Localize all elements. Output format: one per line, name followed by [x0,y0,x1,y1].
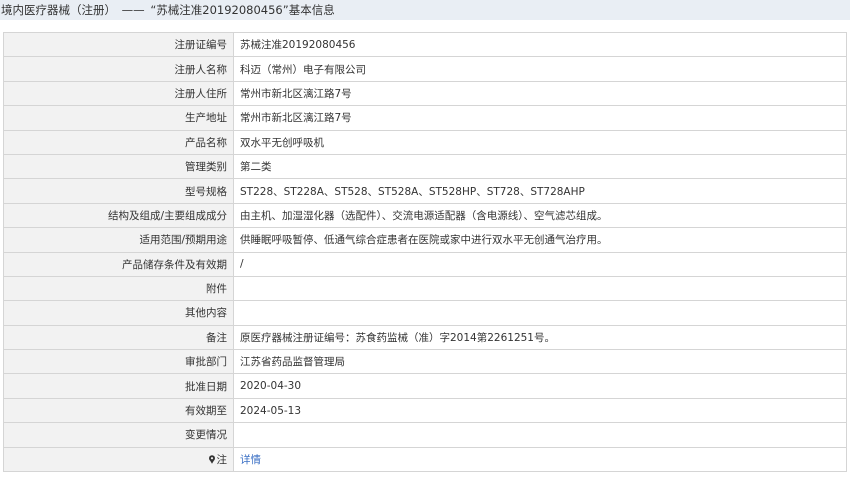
table-row: 批准日期 2020-04-30 [3,373,847,399]
row-label: 有效期至 [3,397,234,424]
table-row: 适用范围/预期用途 供睡眠呼吸暂停、低通气综合症患者在医院或家中进行双水平无创通… [3,227,847,253]
table-row: 其他内容 [3,300,847,326]
table-row: 生产地址 常州市新北区漓江路7号 [3,105,847,131]
info-table-body: 注册证编号 苏械注准20192080456 注册人名称 科迈（常州）电子有限公司… [3,31,847,473]
row-label: 变更情况 [3,422,234,448]
table-row: 型号规格 ST228、ST228A、ST528、ST528A、ST528HP、S… [3,178,847,204]
row-label: 注 [3,446,234,473]
row-value: 原医疗器械注册证编号：苏食药监械（准）字2014第2261251号。 [233,324,847,351]
row-value [233,275,847,302]
row-label: 结构及组成/主要组成成分 [3,202,234,229]
row-value: 常州市新北区漓江路7号 [233,105,847,131]
row-value: 常州市新北区漓江路7号 [233,80,847,107]
table-row: 注册证编号 苏械注准20192080456 [3,31,847,58]
info-table-wrapper: 注册证编号 苏械注准20192080456 注册人名称 科迈（常州）电子有限公司… [3,31,847,473]
row-label: 附件 [3,275,234,302]
page-header: 境内医疗器械（注册） —— “苏械注准20192080456”基本信息 [0,0,850,20]
row-label: 批准日期 [3,373,234,399]
row-label: 注册人住所 [3,80,234,107]
pin-icon [208,455,215,464]
table-row: 注册人名称 科迈（常州）电子有限公司 [3,56,847,82]
page-title: 境内医疗器械（注册） [1,3,116,17]
row-value [233,422,847,448]
table-row: 审批部门 江苏省药品监督管理局 [3,349,847,375]
row-value: 2024-05-13 [233,397,847,424]
table-row-note: 注详情 [3,446,847,473]
row-value: ST228、ST228A、ST528、ST528A、ST528HP、ST728、… [233,178,847,204]
row-value: 2020-04-30 [233,373,847,399]
table-row: 结构及组成/主要组成成分 由主机、加湿湿化器（选配件）、交流电源适配器（含电源线… [3,202,847,229]
row-value: 苏械注准20192080456 [233,31,847,58]
table-row: 变更情况 [3,422,847,448]
row-value: 第二类 [233,153,847,180]
table-row: 附件 [3,275,847,302]
row-label: 备注 [3,324,234,351]
row-label: 生产地址 [3,105,234,131]
row-label: 产品名称 [3,129,234,155]
table-row: 产品名称 双水平无创呼吸机 [3,129,847,155]
row-value [233,300,847,326]
page-subtitle: “苏械注准20192080456”基本信息 [150,3,335,17]
row-value: 供睡眠呼吸暂停、低通气综合症患者在医院或家中进行双水平无创通气治疗用。 [233,227,847,253]
table-row: 备注 原医疗器械注册证编号：苏食药监械（准）字2014第2261251号。 [3,324,847,351]
detail-link[interactable]: 详情 [240,454,261,466]
table-row: 有效期至 2024-05-13 [3,397,847,424]
row-label: 型号规格 [3,178,234,204]
row-value: 由主机、加湿湿化器（选配件）、交流电源适配器（含电源线）、空气滤芯组成。 [233,202,847,229]
row-label: 产品储存条件及有效期 [3,251,234,277]
row-label: 适用范围/预期用途 [3,227,234,253]
row-label: 管理类别 [3,153,234,180]
row-label: 注册人名称 [3,56,234,82]
table-row: 产品储存条件及有效期 / [3,251,847,277]
row-value: 江苏省药品监督管理局 [233,349,847,375]
row-value: / [233,251,847,277]
row-value: 详情 [233,446,847,473]
row-label: 其他内容 [3,300,234,326]
title-separator: —— [121,3,145,17]
info-table: 注册证编号 苏械注准20192080456 注册人名称 科迈（常州）电子有限公司… [3,31,847,473]
note-label: 注 [208,452,228,467]
row-label: 审批部门 [3,349,234,375]
note-label-text: 注 [216,453,228,466]
row-value: 双水平无创呼吸机 [233,129,847,155]
row-label: 注册证编号 [3,31,234,58]
table-row: 管理类别 第二类 [3,153,847,180]
table-row: 注册人住所 常州市新北区漓江路7号 [3,80,847,107]
row-value: 科迈（常州）电子有限公司 [233,56,847,82]
